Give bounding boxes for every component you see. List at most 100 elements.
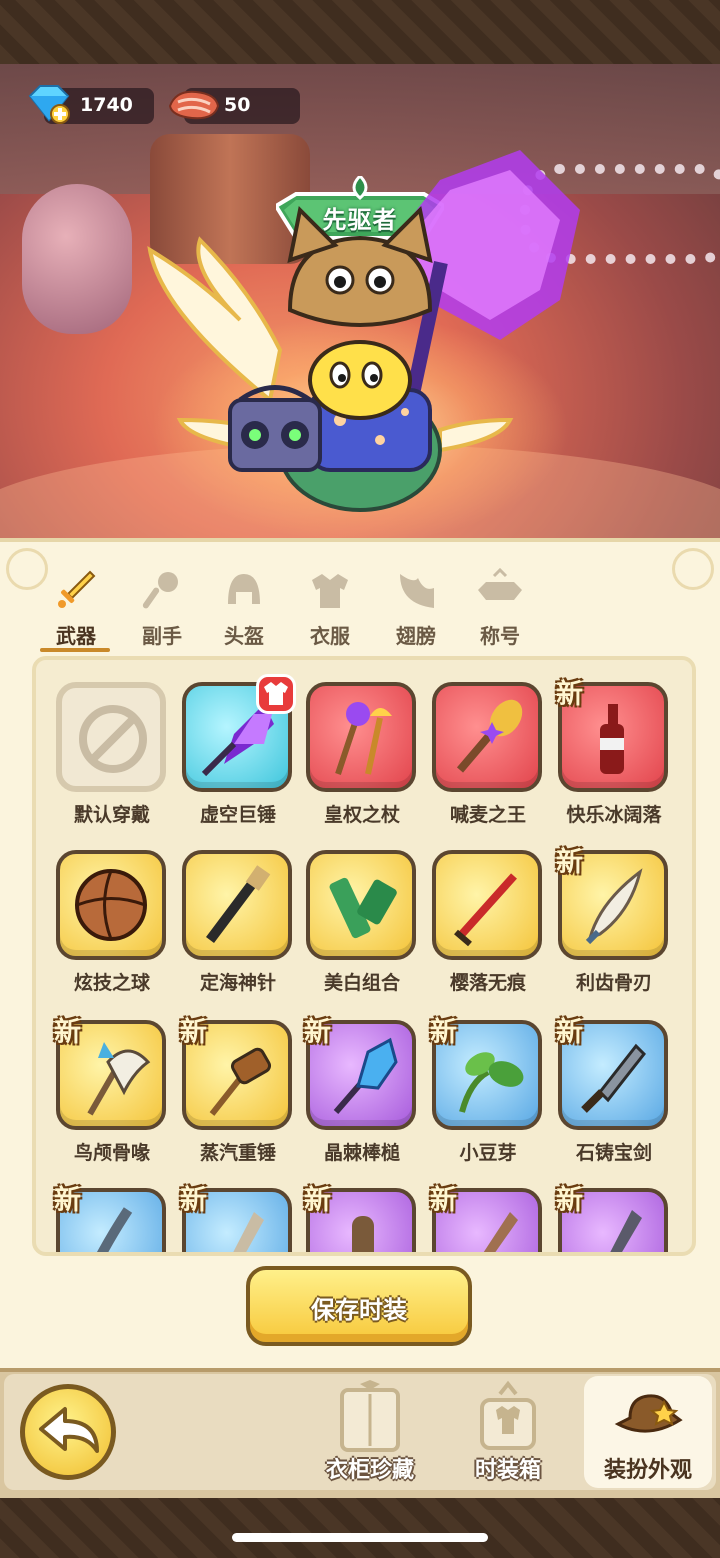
item-name: 默认穿戴 xyxy=(73,804,150,826)
wardrobe-item[interactable]: 新快乐冰阔落 xyxy=(556,679,670,832)
wardrobe-item[interactable]: 新 xyxy=(556,1185,670,1252)
item-tile[interactable] xyxy=(182,850,292,960)
item-name: 美白组合 xyxy=(323,972,400,994)
new-badge: 新 xyxy=(430,1185,457,1216)
item-name: 炫技之球 xyxy=(73,972,150,994)
wardrobe-item[interactable]: 新 xyxy=(304,1185,418,1252)
back-button[interactable] xyxy=(20,1384,116,1480)
helmet-icon xyxy=(228,574,260,604)
tab-label: 衣服 xyxy=(310,624,350,648)
tab-weapon[interactable]: 武器 xyxy=(40,564,112,652)
tab-helmet[interactable]: 头盔 xyxy=(208,564,280,652)
wardrobe-item[interactable]: 新小豆芽 xyxy=(430,1017,544,1170)
wardrobe-item[interactable]: 新利齿骨刃 xyxy=(556,847,670,1000)
tab-offhand[interactable]: 副手 xyxy=(126,564,198,652)
wardrobe-item[interactable]: 默认穿戴 xyxy=(56,682,168,832)
tab-label: 称号 xyxy=(480,624,520,648)
nav-label: 衣柜珍藏 xyxy=(325,1458,414,1483)
top-frame xyxy=(0,0,720,64)
category-tabs: 武器 副手 头盔 衣服 翅膀 称号 xyxy=(40,564,680,654)
weapon-icon xyxy=(329,877,397,939)
wardrobe-item[interactable]: 皇权之杖 xyxy=(306,682,418,832)
hat-icon xyxy=(614,1394,683,1433)
item-tile[interactable] xyxy=(56,850,166,960)
tab-label: 武器 xyxy=(56,624,96,648)
new-badge: 新 xyxy=(556,847,583,878)
item-name: 石铸宝剑 xyxy=(575,1142,652,1164)
armor-icon xyxy=(312,574,348,608)
item-tile[interactable] xyxy=(432,850,542,960)
tab-wings[interactable]: 翅膀 xyxy=(380,564,452,652)
item-grid: 默认穿戴 虚空巨锤 皇权之杖 喊麦之王新快乐冰阔落 炫技之球 定海神针 美白组合 樱落无痕新利… xyxy=(32,656,696,1256)
save-outfit-button[interactable]: 保存时装 xyxy=(246,1266,472,1346)
nav-label: 装扮外观 xyxy=(603,1458,692,1483)
equipped-shirt-icon xyxy=(256,674,296,714)
item-name: 皇权之杖 xyxy=(323,804,400,826)
new-badge: 新 xyxy=(556,1017,583,1048)
item-name: 利齿骨刃 xyxy=(575,972,652,994)
item-name: 虚空巨锤 xyxy=(199,804,276,826)
item-name: 小豆芽 xyxy=(459,1142,517,1164)
item-name: 喊麦之王 xyxy=(449,804,526,826)
background-egg xyxy=(22,184,132,334)
fashion-box-icon xyxy=(480,1380,536,1450)
character-avatar xyxy=(147,150,580,512)
item-name: 樱落无痕 xyxy=(449,972,526,994)
tab-label: 副手 xyxy=(142,624,182,648)
no-entry-icon xyxy=(79,705,147,773)
item-tile[interactable] xyxy=(56,682,166,792)
tab-title[interactable]: 称号 xyxy=(464,564,536,652)
weapon-icon xyxy=(454,873,517,947)
nav-label: 时装箱 xyxy=(474,1458,541,1483)
new-badge: 新 xyxy=(556,679,583,710)
sword-icon xyxy=(58,570,96,608)
item-tile[interactable] xyxy=(306,850,416,960)
item-name: 定海神针 xyxy=(199,972,276,994)
nav-fashion-box[interactable]: 时装箱 xyxy=(448,1376,568,1488)
bottom-frame xyxy=(0,1498,720,1558)
item-name: 蒸汽重锤 xyxy=(199,1142,276,1164)
wardrobe-item[interactable]: 樱落无痕 xyxy=(432,850,544,1000)
nav-dress-up[interactable]: 装扮外观 xyxy=(584,1376,712,1488)
weapon-icon xyxy=(456,699,523,773)
new-badge: 新 xyxy=(430,1017,457,1048)
wardrobe-item[interactable]: 炫技之球 xyxy=(56,850,168,1000)
gem-count: 1740 xyxy=(80,94,133,116)
wing-icon xyxy=(400,574,434,608)
new-badge: 新 xyxy=(304,1185,331,1216)
nav-wardrobe-collection[interactable]: 衣柜珍藏 xyxy=(310,1376,430,1488)
tab-clothes[interactable]: 衣服 xyxy=(294,564,366,652)
new-badge: 新 xyxy=(304,1017,331,1048)
meat-count: 50 xyxy=(224,94,251,116)
wardrobe-icon xyxy=(340,1380,400,1452)
wardrobe-item[interactable]: 定海神针 xyxy=(182,850,294,1000)
tab-label: 头盔 xyxy=(224,624,264,648)
new-badge: 新 xyxy=(180,1017,207,1048)
wardrobe-item[interactable]: 新石铸宝剑 xyxy=(556,1017,670,1170)
new-badge: 新 xyxy=(556,1185,583,1216)
item-tile[interactable] xyxy=(306,682,416,792)
wardrobe-item[interactable]: 新鸟颅骨喙 xyxy=(54,1017,168,1170)
new-badge: 新 xyxy=(54,1017,81,1048)
new-badge: 新 xyxy=(180,1185,207,1216)
wardrobe-item[interactable]: 喊麦之王 xyxy=(432,682,544,832)
active-tab-indicator xyxy=(40,648,110,652)
title-badge-icon xyxy=(478,568,522,600)
wardrobe-item[interactable]: 新 xyxy=(54,1185,168,1252)
wardrobe-item[interactable]: 美白组合 xyxy=(306,850,418,1000)
tab-label: 翅膀 xyxy=(396,624,436,648)
diamond-plus-icon[interactable] xyxy=(26,84,72,124)
wardrobe-item[interactable]: 新 xyxy=(430,1185,544,1252)
item-tile[interactable] xyxy=(432,682,542,792)
home-indicator[interactable] xyxy=(232,1533,488,1542)
meat-icon xyxy=(168,90,220,120)
wardrobe-item[interactable]: 虚空巨锤 xyxy=(182,674,296,832)
weapon-icon xyxy=(335,702,392,775)
item-name: 鸟颅骨喙 xyxy=(73,1142,150,1164)
wardrobe-item[interactable]: 新 xyxy=(180,1185,294,1252)
weapon-icon xyxy=(75,869,147,941)
wardrobe-item[interactable]: 新蒸汽重锤 xyxy=(180,1017,294,1170)
back-arrow-icon xyxy=(39,1407,99,1453)
offhand-icon xyxy=(142,572,178,609)
wardrobe-item[interactable]: 新晶棘棒槌 xyxy=(304,1017,418,1170)
